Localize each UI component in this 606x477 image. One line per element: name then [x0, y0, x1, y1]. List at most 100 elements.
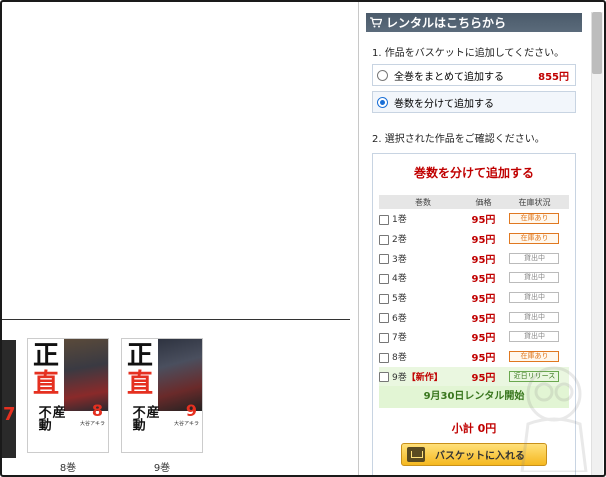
status-badge: 貸出中 [509, 272, 560, 284]
status-cell: 貸出中 [500, 307, 569, 327]
volume-label: 1巻 [392, 215, 407, 226]
cover-title-char: 正 [127, 341, 154, 371]
volume-cell: 7巻 [379, 327, 467, 347]
status-cell: 貸出中 [500, 288, 569, 308]
cover-subtitle: 産 [49, 405, 65, 418]
status-badge: 在庫あり [509, 213, 560, 225]
cover-title-char: 直 [33, 369, 60, 399]
volume-label: 5巻 [392, 294, 407, 305]
volume-card-8[interactable]: 正 直 不動 産 8 大谷アキラ 8巻 [27, 338, 109, 474]
rental-panel-title: レンタルはこちらから [386, 16, 507, 30]
option-add-separately[interactable]: 巻数を分けて追加する [372, 91, 576, 113]
volume-cell: 4巻 [379, 268, 467, 288]
table-header-row: 巻数 価格 在庫状況 [379, 195, 569, 209]
basket-icon [407, 447, 425, 463]
step2-title: 2. 選択された作品をご確認ください。 [372, 134, 545, 145]
option-label: 巻数を分けて追加する [394, 98, 494, 110]
volume-card-9[interactable]: 正 直 不動 産 9 大谷アキラ 9巻 [121, 338, 203, 474]
volume-label: 6巻 [392, 313, 407, 324]
rental-panel-header: レンタルはこちらから [366, 13, 582, 32]
table-row: 7巻 95円 貸出中 [379, 327, 569, 347]
cover-subtitle: 不動 [35, 405, 51, 431]
cover-volume-number: 9 [185, 401, 197, 420]
cover-volume-number: 8 [91, 401, 103, 420]
status-cell: 貸出中 [500, 248, 569, 268]
status-cell: 在庫あり [500, 229, 569, 249]
section-divider [2, 319, 350, 320]
cover-title-char: 正 [33, 341, 60, 371]
status-badge: 在庫あり [509, 351, 560, 363]
table-row: 2巻 95円 在庫あり [379, 229, 569, 249]
step1-title: 1. 作品をバスケットに追加してください。 [372, 48, 565, 59]
volume-checkbox[interactable] [379, 273, 389, 284]
volume-checkbox[interactable] [379, 313, 389, 324]
cover-author: 大谷アキラ [79, 421, 105, 427]
volume-label: 4巻 [392, 274, 407, 285]
status-badge: 貸出中 [509, 331, 560, 343]
table-row: 1巻 95円 在庫あり [379, 209, 569, 229]
volume-label: 8巻 [392, 353, 407, 364]
column-divider [358, 2, 359, 475]
volume-cell: 1巻 [379, 209, 467, 229]
status-badge: 貸出中 [509, 292, 560, 304]
volume-price: 95円 [471, 294, 496, 306]
volume-checkbox[interactable] [379, 352, 389, 363]
cover-subtitle: 不動 [129, 405, 145, 431]
volume-checkbox[interactable] [379, 372, 389, 383]
col-header-volume: 巻数 [379, 195, 467, 209]
mascot-watermark [520, 366, 588, 472]
volume-price: 95円 [471, 235, 496, 247]
volume-checkbox[interactable] [379, 214, 389, 225]
window-frame: 7 正 直 不動 産 8 大谷アキラ 8巻 正 直 不動 産 9 大谷アキラ 9… [0, 0, 606, 477]
volume-number: 7 [3, 404, 16, 425]
cover-subtitle: 産 [143, 405, 159, 418]
volume-cover-partial[interactable]: 7 [2, 340, 16, 458]
status-badge: 貸出中 [509, 311, 560, 323]
status-badge: 在庫あり [509, 233, 560, 245]
new-tag: 【新作】 [406, 372, 443, 383]
option-add-all[interactable]: 全巻をまとめて追加する 855円 [372, 64, 576, 86]
table-row: 3巻 95円 貸出中 [379, 248, 569, 268]
volume-cover[interactable]: 正 直 不動 産 9 大谷アキラ [121, 338, 203, 453]
volume-price: 95円 [471, 313, 496, 325]
cart-icon [370, 17, 383, 28]
cover-author: 大谷アキラ [173, 421, 199, 427]
volume-price: 95円 [471, 353, 496, 365]
volume-cell: 2巻 [379, 229, 467, 249]
volume-checkbox[interactable] [379, 332, 389, 343]
volume-checkbox[interactable] [379, 293, 389, 304]
volume-cell: 6巻 [379, 307, 467, 327]
status-cell: 在庫あり [500, 209, 569, 229]
volume-cover[interactable]: 正 直 不動 産 8 大谷アキラ [27, 338, 109, 453]
table-row: 5巻 95円 貸出中 [379, 288, 569, 308]
col-header-price: 価格 [466, 195, 500, 209]
volume-price: 95円 [471, 215, 496, 227]
radio-add-all[interactable] [377, 69, 388, 81]
volume-price: 95円 [466, 366, 500, 387]
volume-cell: 9巻【新作】 [379, 366, 467, 387]
volume-price: 95円 [471, 254, 496, 266]
volume-label[interactable]: 9巻 [121, 459, 203, 474]
volume-cell: 5巻 [379, 288, 467, 308]
status-cell: 貸出中 [500, 268, 569, 288]
cover-title-char: 直 [127, 369, 154, 399]
volume-cell: 3巻 [379, 248, 467, 268]
volume-table: 巻数 価格 在庫状況 1巻 95円 在庫あり 2巻 95円 在庫あり 3巻 95円 貸出中 4巻 9… [379, 195, 569, 387]
volume-checkbox[interactable] [379, 254, 389, 265]
table-row: 4巻 95円 貸出中 [379, 268, 569, 288]
box-title: 巻数を分けて追加する [413, 166, 534, 180]
volume-label[interactable]: 8巻 [27, 459, 109, 474]
volume-label: 3巻 [392, 254, 407, 265]
volume-price: 95円 [471, 333, 496, 345]
volume-price: 95円 [471, 274, 496, 286]
scrollbar-thumb[interactable] [592, 12, 602, 74]
option-price: 855円 [538, 71, 569, 83]
radio-add-separately[interactable] [377, 96, 388, 108]
status-cell: 貸出中 [500, 327, 569, 347]
volume-label: 7巻 [392, 333, 407, 344]
col-header-status: 在庫状況 [499, 195, 569, 209]
volume-checkbox[interactable] [379, 234, 389, 245]
volume-label: 2巻 [392, 235, 407, 246]
volume-cell: 8巻 [379, 347, 467, 367]
volume-label: 9巻 [392, 372, 407, 383]
